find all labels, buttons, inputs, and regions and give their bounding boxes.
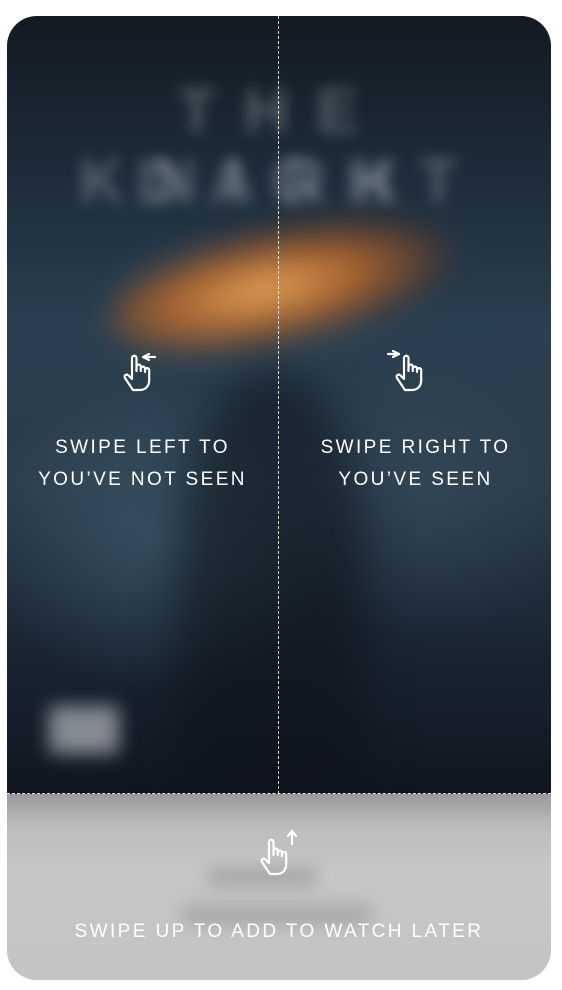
swipe-left-hint-line-2: YOU’VE NOT SEEN: [38, 469, 247, 490]
swipe-left-hand-icon: [123, 352, 157, 392]
poster-figure-silhouette: [177, 366, 367, 794]
poster-title-line-2: KNIGHT: [79, 147, 485, 216]
poster-logo-blurred: [49, 706, 119, 754]
onboarding-swipe-card[interactable]: THE DARK KNIGHT SWIPE LEFT TO YOU’VE NOT…: [7, 16, 551, 980]
swipe-up-hint-line-1: SWIPE UP TO ADD TO WATCH LATER: [74, 921, 484, 942]
movie-poster-blurred: THE DARK KNIGHT: [7, 16, 551, 794]
swipe-up-hint: SWIPE UP TO ADD TO WATCH LATER: [7, 916, 551, 948]
swipe-left-hint-line-1: SWIPE LEFT TO: [55, 437, 230, 458]
swipe-right-hand-icon: [387, 349, 423, 392]
watch-later-zone[interactable]: [7, 794, 551, 980]
vertical-dashed-divider: [278, 16, 279, 794]
swipe-right-hint-line-2: YOU’VE SEEN: [338, 469, 493, 490]
swipe-up-hand-icon: [260, 829, 298, 876]
swipe-right-hint: SWIPE RIGHT TO YOU’VE SEEN: [280, 432, 551, 496]
swipe-left-hint: SWIPE LEFT TO YOU’VE NOT SEEN: [7, 432, 278, 496]
swipe-right-hint-line-1: SWIPE RIGHT TO: [320, 437, 511, 458]
horizontal-dashed-divider: [7, 793, 551, 794]
